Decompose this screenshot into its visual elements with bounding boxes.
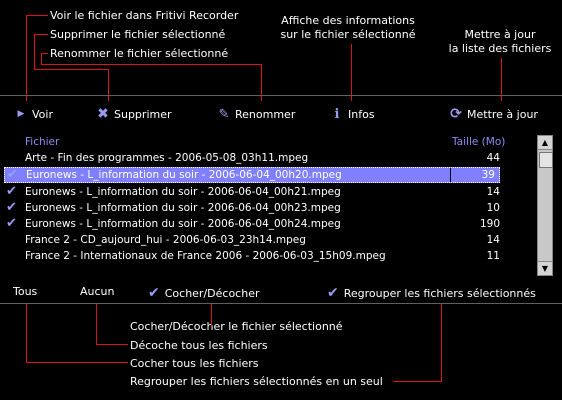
file-size: 190 [479,218,500,230]
renommer-label: Renommer [235,107,296,121]
checkmark-icon[interactable]: ✔ [6,184,24,200]
file-row[interactable]: France 2 - Internationaux de France 2006… [4,248,500,264]
aucun-button[interactable]: Aucun [80,285,115,298]
column-header-size[interactable]: Taille (Mo) [452,136,505,148]
connector-line [26,15,48,16]
connector-line [441,304,442,382]
file-size: 44 [486,152,500,164]
infos-button[interactable]: i Infos [330,106,375,122]
tous-button[interactable]: Tous [13,285,37,298]
annotation-maj-line2: la liste des fichiers [448,42,552,55]
checkmark-icon[interactable]: ✔ [6,200,24,216]
file-row[interactable]: ✔ Euronews - L_information du soir - 2006… [4,184,500,200]
regrouper-button[interactable]: ✔ Regrouper les fichiers sélectionnés [327,285,536,301]
column-header-file[interactable]: Fichier [25,136,59,148]
connector-line [96,304,97,345]
connector-line [41,53,48,54]
annotation-tous: Cocher tous les fichiers [130,357,259,370]
file-row[interactable]: France 2 - CD_aujourd_hui - 2006-06-03_2… [4,232,500,248]
renommer-button[interactable]: ✎ Renommer [217,106,296,122]
delete-x-icon: ✖ [97,106,109,122]
refresh-icon: ⟳ [450,106,462,122]
connector-line [34,34,35,70]
file-name: Arte - Fin des programmes - 2006-05-08_0… [25,152,309,164]
checkmark-icon: ✔ [327,285,339,301]
file-row[interactable]: ✔ Euronews - L_information du soir - 2006… [4,167,500,183]
connector-line [211,304,212,326]
annotation-supprimer: Supprimer le fichier sélectionné [50,28,226,41]
checkmark-icon[interactable]: ✔ [7,168,25,182]
annotation-aucun: Décoche tous les fichiers [130,339,268,352]
connector-line [41,64,262,65]
divider [0,303,562,304]
scroll-up-button[interactable]: ▲ [538,136,552,150]
info-icon: i [334,106,340,122]
file-name: Euronews - L_information du soir - 2006-… [25,186,341,198]
connector-line [351,44,352,101]
file-size: 14 [486,186,500,198]
mettre-a-jour-button[interactable]: ⟳ Mettre à jour [449,106,538,122]
file-row[interactable]: ✔ Euronews - L_information du soir - 2006… [4,216,500,232]
annotation-renommer: Renommer le fichier sélectionné [50,47,229,60]
checkmark-icon: ✔ [148,285,160,301]
checkmark-icon[interactable]: ✔ [6,216,24,232]
infos-label: Infos [348,107,375,121]
scroll-thumb[interactable] [539,152,553,168]
connector-line [96,344,128,345]
annotation-maj: Mettre à jour la liste des fichiers [440,28,560,56]
file-size: 11 [486,250,500,262]
scrollbar[interactable]: ▲ ▼ [537,135,553,276]
play-icon: ▶ [17,109,25,119]
supprimer-label: Supprimer [114,107,172,121]
mettre-a-jour-label: Mettre à jour [467,107,538,121]
file-row[interactable]: ✔ Euronews - L_information du soir - 2006… [4,200,500,216]
file-row[interactable]: Arte - Fin des programmes - 2006-05-08_0… [4,150,500,166]
annotation-voir: Voir le fichier dans Fritivi Recorder [50,9,239,22]
connector-line [108,69,109,101]
connector-line [26,362,128,363]
annotation-infos: Affiche des informations sur le fichier … [268,14,428,42]
file-name: Euronews - L_information du soir - 2006-… [25,202,341,214]
file-size: 14 [486,234,500,246]
file-size: 39 [450,168,499,182]
file-name: Euronews - L_information du soir - 2006-… [25,218,341,230]
cocher-decocher-label: Cocher/Décocher [164,286,260,300]
pencil-icon: ✎ [218,106,230,122]
annotation-infos-line1: Affiche des informations [281,14,415,27]
annotation-regrouper: Regrouper les fichiers sélectionnés en u… [130,375,383,388]
connector-line [34,69,109,70]
annotation-infos-line2: sur le fichier sélectionné [280,28,416,41]
file-name: France 2 - Internationaux de France 2006… [25,250,386,262]
voir-button[interactable]: ▶ Voir [14,106,53,122]
file-list: Arte - Fin des programmes - 2006-05-08_0… [4,150,500,264]
file-name: Euronews - L_information du soir - 2006-… [26,169,342,181]
connector-line [26,304,27,363]
connector-line [34,34,48,35]
connector-line [26,15,27,101]
regrouper-label: Regrouper les fichiers sélectionnés [343,286,536,300]
supprimer-button[interactable]: ✖ Supprimer [96,106,172,122]
file-size: 10 [486,202,500,214]
voir-label: Voir [32,107,53,121]
divider [0,95,562,96]
annotation-maj-line1: Mettre à jour [464,28,536,41]
scroll-down-button[interactable]: ▼ [538,261,552,275]
annotation-cocher-decocher: Cocher/Décocher le fichier sélectionné [130,320,343,333]
file-name: France 2 - CD_aujourd_hui - 2006-06-03_2… [25,234,306,246]
cocher-decocher-button[interactable]: ✔ Cocher/Décocher [148,285,260,301]
connector-line [393,381,442,382]
